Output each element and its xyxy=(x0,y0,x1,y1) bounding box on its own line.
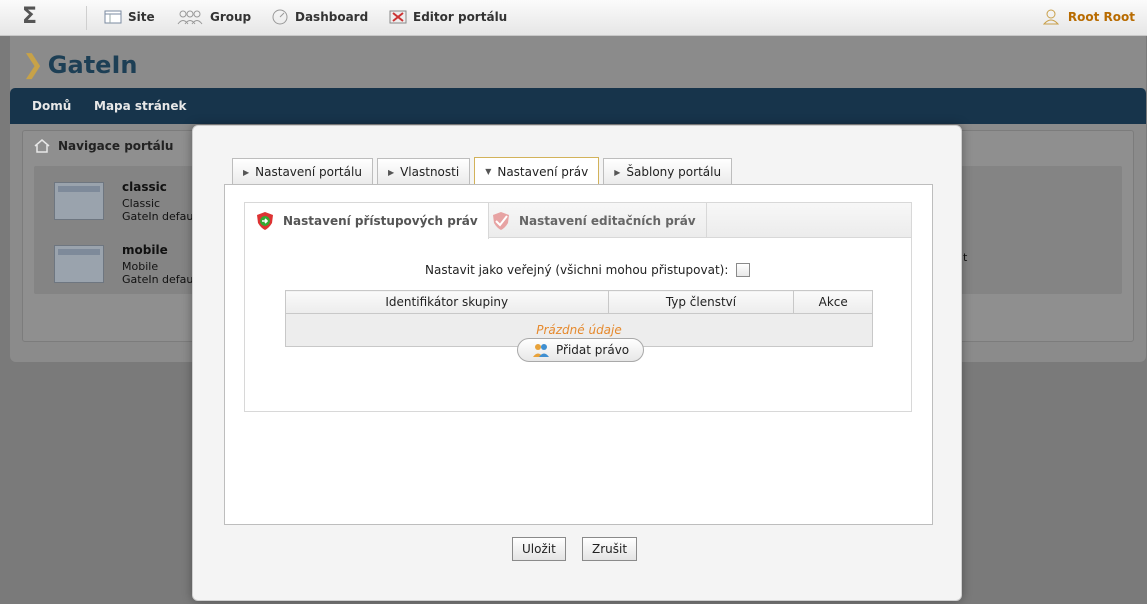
toolbar-editor[interactable]: Editor portálu xyxy=(389,9,507,25)
portal-navigation-title: Navigace portálu xyxy=(34,139,173,153)
permission-panel: Nastavení přístupových práv Nastavení ed… xyxy=(244,202,912,412)
add-permission-button[interactable]: Přidat právo xyxy=(517,338,645,362)
public-access-label: Nastavit jako veřejný (všichni mohou při… xyxy=(425,263,729,277)
subtab-edit-label: Nastavení editačních práv xyxy=(519,213,696,228)
main-navbar: Domů Mapa stránek xyxy=(10,88,1146,124)
portal-item-label: Mobile xyxy=(122,260,159,273)
tab-properties[interactable]: ▶ Vlastnosti xyxy=(376,158,471,185)
toolbar-group[interactable]: Group xyxy=(176,9,251,25)
tab-label: Nastavení práv xyxy=(497,164,589,179)
top-toolbar: Ʃ Site Group Dashboard Editor portálu Ro… xyxy=(0,0,1147,36)
user-name: Root Root xyxy=(1067,10,1135,24)
table-header-row: Identifikátor skupiny Typ členství Akce xyxy=(285,290,873,314)
save-button[interactable]: Uložit xyxy=(512,537,566,561)
toolbar-group-label: Group xyxy=(210,10,252,24)
portal-item-desc: GateIn defau xyxy=(122,273,194,286)
public-access-row: Nastavit jako veřejný (všichni mohou při… xyxy=(425,263,751,277)
tab-label: Šablony portálu xyxy=(626,165,722,179)
toolbar-dashboard-label: Dashboard xyxy=(295,10,369,24)
toolbar-editor-label: Editor portálu xyxy=(413,10,508,24)
app-logo-icon[interactable]: Ʃ xyxy=(22,4,37,29)
tab-arrow-icon: ▶ xyxy=(614,167,621,177)
tab-content: Nastavení přístupových práv Nastavení ed… xyxy=(224,184,933,525)
shield-access-icon xyxy=(257,212,273,230)
tab-permissions[interactable]: ▼ Nastavení práv xyxy=(474,157,600,185)
shield-edit-icon xyxy=(493,211,509,230)
brand-logo[interactable]: ❯ GateIn xyxy=(22,50,137,80)
add-permission-label: Přidat právo xyxy=(556,343,630,357)
site-icon xyxy=(104,10,122,24)
toolbar-divider xyxy=(86,6,87,30)
group-icon xyxy=(177,10,203,25)
toolbar-site-label: Site xyxy=(128,10,155,24)
tab-arrow-icon: ▶ xyxy=(387,167,395,177)
portal-item-desc: GateIn defau xyxy=(122,210,194,223)
dialog-tabs: ▶ Nastavení portálu ▶ Vlastnosti ▼ Nasta… xyxy=(232,157,733,185)
toolbar-site[interactable]: Site xyxy=(104,9,155,25)
tab-label: Nastavení portálu xyxy=(255,165,362,179)
home-icon xyxy=(34,139,50,153)
tab-arrow-down-icon: ▼ xyxy=(485,167,492,176)
brand-logo-text: GateIn xyxy=(47,51,138,79)
subtab-access-permissions[interactable]: Nastavení přístupových práv xyxy=(245,203,489,239)
toolbar-dashboard[interactable]: Dashboard xyxy=(271,9,368,25)
portal-item-name: mobile xyxy=(122,243,168,257)
column-header-actions: Akce xyxy=(793,290,873,314)
tab-portal-templates[interactable]: ▶ Šablony portálu xyxy=(603,158,733,185)
column-header-group-id: Identifikátor skupiny xyxy=(285,290,609,314)
portal-item-name: classic xyxy=(122,180,167,194)
tab-portal-settings[interactable]: ▶ Nastavení portálu xyxy=(232,158,373,185)
portal-thumbnail xyxy=(54,245,104,283)
portal-navigation-title-text: Navigace portálu xyxy=(58,139,174,153)
editor-icon xyxy=(389,10,407,24)
nav-home[interactable]: Domů xyxy=(32,99,71,113)
brand-chevron-icon: ❯ xyxy=(22,50,44,80)
tab-label: Vlastnosti xyxy=(400,165,460,179)
cancel-button[interactable]: Zrušit xyxy=(582,537,638,561)
dashboard-icon xyxy=(272,9,288,25)
portal-thumbnail xyxy=(54,182,104,220)
user-icon xyxy=(1042,9,1059,25)
subtab-access-label: Nastavení přístupových práv xyxy=(283,214,478,228)
portal-item-label: Classic xyxy=(122,197,161,210)
permission-subtabs: Nastavení přístupových práv Nastavení ed… xyxy=(245,203,911,239)
column-header-membership: Typ členství xyxy=(607,290,795,314)
tab-arrow-icon: ▶ xyxy=(243,167,250,177)
portal-settings-dialog: ▶ Nastavení portálu ▶ Vlastnosti ▼ Nasta… xyxy=(192,125,962,601)
nav-sitemap[interactable]: Mapa stránek xyxy=(94,99,186,113)
public-access-checkbox[interactable] xyxy=(736,263,751,277)
subtab-edit-permissions[interactable]: Nastavení editačních práv xyxy=(481,203,707,238)
background-partial-text: t xyxy=(963,251,968,264)
user-menu[interactable]: Root Root xyxy=(1042,9,1135,25)
add-group-icon xyxy=(533,344,549,357)
